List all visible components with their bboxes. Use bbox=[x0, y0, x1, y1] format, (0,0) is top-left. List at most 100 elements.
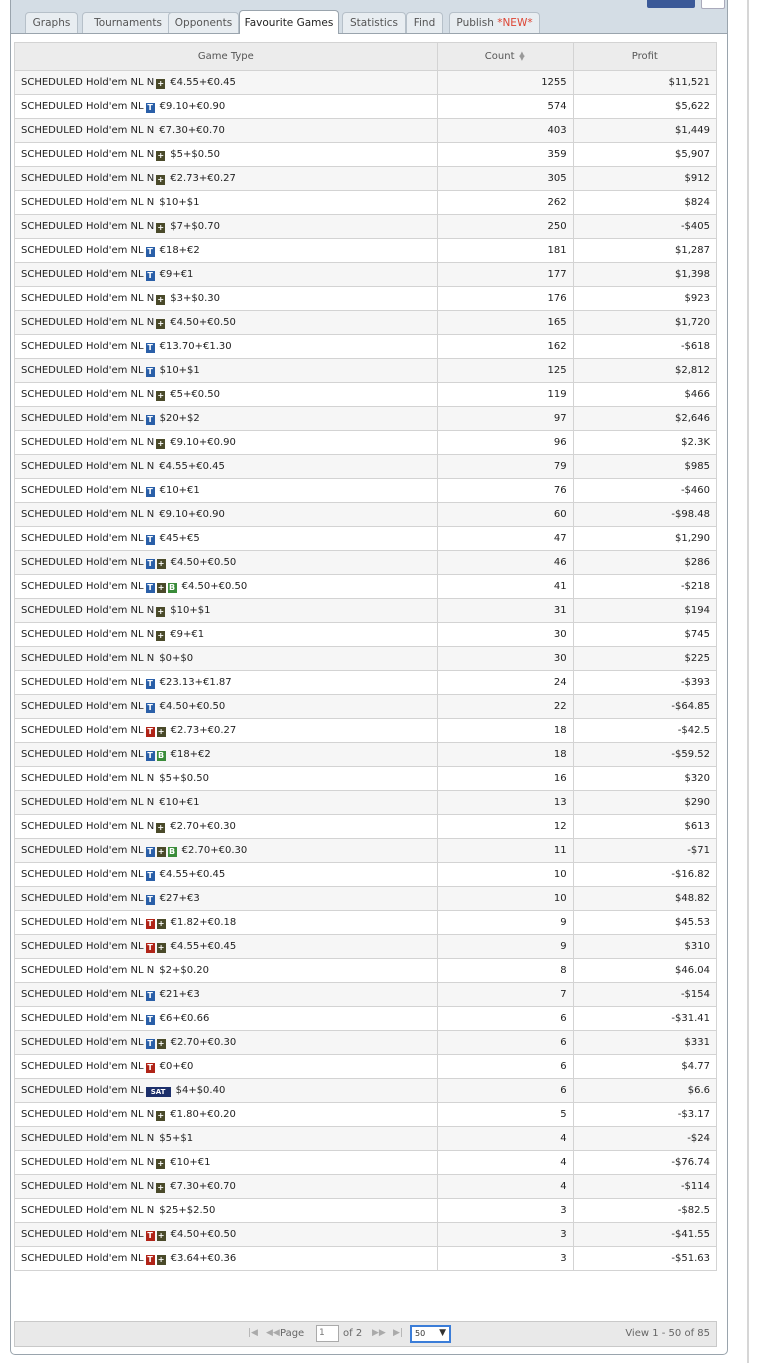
profit-cell: -$31.41 bbox=[572, 1006, 718, 1031]
table-row[interactable]: SCHEDULED Hold'em NL T + €2.73+€0.27 18 -$42.… bbox=[14, 718, 718, 743]
table-row[interactable]: SCHEDULED Hold'em NL N €10+€1 13 $290 bbox=[14, 790, 718, 815]
game-name: SCHEDULED Hold'em NL N bbox=[21, 436, 155, 448]
table-row[interactable]: SCHEDULED Hold'em NL N + €5+€0.50 119 $466 bbox=[14, 382, 718, 407]
table-row[interactable]: SCHEDULED Hold'em NL T + €3.64+€0.36 3 -$51.6… bbox=[14, 1246, 718, 1271]
column-header-count[interactable]: Count ▲ ▼ bbox=[436, 42, 574, 71]
table-row[interactable]: SCHEDULED Hold'em NL T €18+€2 181 $1,287 bbox=[14, 238, 718, 263]
table-row[interactable]: SCHEDULED Hold'em NL N + $5+$0.50 359 $5,907 bbox=[14, 142, 718, 167]
game-type-cell: SCHEDULED Hold'em NL N + €7.30+€0.70 bbox=[14, 1174, 438, 1199]
game-type-cell: SCHEDULED Hold'em NL T + B €2.70+€0.30 bbox=[14, 838, 438, 863]
table-row[interactable]: SCHEDULED Hold'em NL N + €4.55+€0.45 1255 $1… bbox=[14, 70, 718, 95]
plus-tag-icon: + bbox=[156, 1038, 166, 1049]
table-row[interactable]: SCHEDULED Hold'em NL N + €7.30+€0.70 4 -$114 bbox=[14, 1174, 718, 1199]
table-row[interactable]: SCHEDULED Hold'em NL N $5+$1 4 -$24 bbox=[14, 1126, 718, 1151]
last-page-icon[interactable]: ▶| bbox=[393, 1328, 403, 1338]
table-row[interactable]: SCHEDULED Hold'em NL N $10+$1 262 $824 bbox=[14, 190, 718, 215]
table-row[interactable]: SCHEDULED Hold'em NL T $10+$1 125 $2,812 bbox=[14, 358, 718, 383]
tab-tournaments[interactable]: Tournaments bbox=[82, 12, 174, 33]
tab-statistics[interactable]: Statistics bbox=[342, 12, 406, 33]
count-cell: 10 bbox=[436, 862, 574, 887]
table-row[interactable]: SCHEDULED Hold'em NL T + B €4.50+€0.50 41 -$21… bbox=[14, 574, 718, 599]
game-type-cell: SCHEDULED Hold'em NL N €10+€1 bbox=[14, 790, 438, 815]
stake-text: €9+€1 bbox=[159, 268, 194, 280]
plus-tag-icon: + bbox=[156, 846, 166, 857]
table-row[interactable]: SCHEDULED Hold'em NL N $0+$0 30 $225 bbox=[14, 646, 718, 671]
game-type-cell: SCHEDULED Hold'em NL N + €10+€1 bbox=[14, 1150, 438, 1175]
column-header-profit[interactable]: Profit bbox=[572, 42, 718, 71]
table-row[interactable]: SCHEDULED Hold'em NL N + $7+$0.70 250 -$405 bbox=[14, 214, 718, 239]
table-row[interactable]: SCHEDULED Hold'em NL N + €2.70+€0.30 12 $613 bbox=[14, 814, 718, 839]
profit-cell: $5,622 bbox=[572, 94, 718, 119]
game-type-cell: SCHEDULED Hold'em NL T €23.13+€1.87 bbox=[14, 670, 438, 695]
tab-graphs[interactable]: Graphs bbox=[25, 12, 78, 33]
count-cell: 96 bbox=[436, 430, 574, 455]
profit-cell: -$51.63 bbox=[572, 1246, 718, 1271]
count-cell: 6 bbox=[436, 1006, 574, 1031]
game-type-cell: SCHEDULED Hold'em NL N + €2.70+€0.30 bbox=[14, 814, 438, 839]
table-row[interactable]: SCHEDULED Hold'em NL T €0+€0 6 $4.77 bbox=[14, 1054, 718, 1079]
tab-publish[interactable]: Publish *NEW* bbox=[449, 12, 540, 33]
table-row[interactable]: SCHEDULED Hold'em NL SAT $4+$0.40 6 $6.6 bbox=[14, 1078, 718, 1103]
stake-text: €1.80+€0.20 bbox=[170, 1108, 236, 1120]
tab-favourite-games[interactable]: Favourite Games bbox=[239, 10, 339, 34]
stake-text: €9+€1 bbox=[170, 628, 205, 640]
next-page-icon[interactable]: ▶▶ bbox=[372, 1328, 386, 1338]
table-row[interactable]: SCHEDULED Hold'em NL T + €4.55+€0.45 9 $310 bbox=[14, 934, 718, 959]
table-row[interactable]: SCHEDULED Hold'em NL T €10+€1 76 -$460 bbox=[14, 478, 718, 503]
first-page-icon[interactable]: |◀ bbox=[248, 1328, 258, 1338]
table-row[interactable]: SCHEDULED Hold'em NL N €7.30+€0.70 403 $1,4… bbox=[14, 118, 718, 143]
profit-cell: -$98.48 bbox=[572, 502, 718, 527]
table-row[interactable]: SCHEDULED Hold'em NL T €9+€1 177 $1,398 bbox=[14, 262, 718, 287]
table-row[interactable]: SCHEDULED Hold'em NL N + €9.10+€0.90 96 $2.3… bbox=[14, 430, 718, 455]
plus-tag-icon: + bbox=[156, 822, 166, 833]
table-row[interactable]: SCHEDULED Hold'em NL T €13.70+€1.30 162 -$61… bbox=[14, 334, 718, 359]
table-row[interactable]: SCHEDULED Hold'em NL T €27+€3 10 $48.82 bbox=[14, 886, 718, 911]
table-row[interactable]: SCHEDULED Hold'em NL T €21+€3 7 -$154 bbox=[14, 982, 718, 1007]
count-cell: 6 bbox=[436, 1078, 574, 1103]
table-row[interactable]: SCHEDULED Hold'em NL T + €4.50+€0.50 3 -$41.5… bbox=[14, 1222, 718, 1247]
game-name: SCHEDULED Hold'em NL N bbox=[21, 292, 155, 304]
table-row[interactable]: SCHEDULED Hold'em NL T + €2.70+€0.30 6 $331 bbox=[14, 1030, 718, 1055]
table-row[interactable]: SCHEDULED Hold'em NL N €4.55+€0.45 79 $985 bbox=[14, 454, 718, 479]
t-tag-icon: T bbox=[145, 1062, 155, 1073]
table-row[interactable]: SCHEDULED Hold'em NL T €6+€0.66 6 -$31.41 bbox=[14, 1006, 718, 1031]
sort-icon: ▲ ▼ bbox=[519, 49, 525, 62]
tab-opponents[interactable]: Opponents bbox=[168, 12, 239, 33]
table-row[interactable]: SCHEDULED Hold'em NL N $5+$0.50 16 $320 bbox=[14, 766, 718, 791]
profit-cell: $923 bbox=[572, 286, 718, 311]
column-header-game-type[interactable]: Game Type bbox=[14, 42, 438, 71]
page-input[interactable]: 1 bbox=[316, 1325, 339, 1342]
game-type-cell: SCHEDULED Hold'em NL T €18+€2 bbox=[14, 238, 438, 263]
game-type-cell: SCHEDULED Hold'em NL T $20+$2 bbox=[14, 406, 438, 431]
table-row[interactable]: SCHEDULED Hold'em NL N $2+$0.20 8 $46.04 bbox=[14, 958, 718, 983]
game-type-cell: SCHEDULED Hold'em NL T + B €4.50+€0.50 bbox=[14, 574, 438, 599]
facebook-like-button[interactable] bbox=[647, 0, 695, 8]
table-row[interactable]: SCHEDULED Hold'em NL N €9.10+€0.90 60 -$98.… bbox=[14, 502, 718, 527]
table-row[interactable]: SCHEDULED Hold'em NL T €23.13+€1.87 24 -$393 bbox=[14, 670, 718, 695]
prev-page-icon[interactable]: ◀◀ bbox=[266, 1328, 280, 1338]
count-cell: 47 bbox=[436, 526, 574, 551]
count-cell: 30 bbox=[436, 646, 574, 671]
plus-tag-icon: + bbox=[156, 174, 166, 185]
table-row[interactable]: SCHEDULED Hold'em NL N + €4.50+€0.50 165 $1,… bbox=[14, 310, 718, 335]
table-row[interactable]: SCHEDULED Hold'em NL T €45+€5 47 $1,290 bbox=[14, 526, 718, 551]
game-name: SCHEDULED Hold'em NL N bbox=[21, 1180, 155, 1192]
count-cell: 79 bbox=[436, 454, 574, 479]
tab-find[interactable]: Find bbox=[406, 12, 443, 33]
table-row[interactable]: SCHEDULED Hold'em NL T $20+$2 97 $2,646 bbox=[14, 406, 718, 431]
table-row[interactable]: SCHEDULED Hold'em NL T + €1.82+€0.18 9 $45.53 bbox=[14, 910, 718, 935]
table-row[interactable]: SCHEDULED Hold'em NL N + €10+€1 4 -$76.74 bbox=[14, 1150, 718, 1175]
page-size-select[interactable]: 50 ▼ bbox=[410, 1325, 451, 1343]
table-row[interactable]: SCHEDULED Hold'em NL T + €4.50+€0.50 46 $286 bbox=[14, 550, 718, 575]
table-row[interactable]: SCHEDULED Hold'em NL N + €9+€1 30 $745 bbox=[14, 622, 718, 647]
table-row[interactable]: SCHEDULED Hold'em NL T + B €2.70+€0.30 11 -$71 bbox=[14, 838, 718, 863]
table-row[interactable]: SCHEDULED Hold'em NL N + €1.80+€0.20 5 -$3.1… bbox=[14, 1102, 718, 1127]
table-row[interactable]: SCHEDULED Hold'em NL T €9.10+€0.90 574 $5,62… bbox=[14, 94, 718, 119]
table-row[interactable]: SCHEDULED Hold'em NL N + €2.73+€0.27 305 $91… bbox=[14, 166, 718, 191]
table-row[interactable]: SCHEDULED Hold'em NL N + $3+$0.30 176 $923 bbox=[14, 286, 718, 311]
table-row[interactable]: SCHEDULED Hold'em NL N $25+$2.50 3 -$82.5 bbox=[14, 1198, 718, 1223]
table-row[interactable]: SCHEDULED Hold'em NL N + $10+$1 31 $194 bbox=[14, 598, 718, 623]
table-row[interactable]: SCHEDULED Hold'em NL T €4.50+€0.50 22 -$64.8… bbox=[14, 694, 718, 719]
table-row[interactable]: SCHEDULED Hold'em NL T €4.55+€0.45 10 -$16.8… bbox=[14, 862, 718, 887]
table-row[interactable]: SCHEDULED Hold'em NL T B €18+€2 18 -$59.52 bbox=[14, 742, 718, 767]
